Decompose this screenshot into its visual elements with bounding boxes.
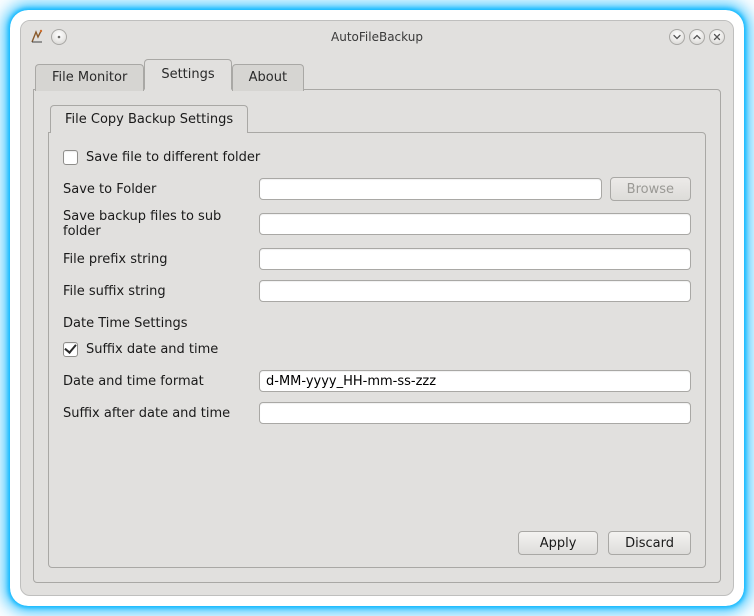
tab-file-monitor[interactable]: File Monitor [35, 64, 144, 91]
suffix-after-label: Suffix after date and time [63, 406, 259, 421]
main-tabs: File Monitor Settings About File Copy Ba… [33, 59, 721, 583]
date-time-settings-heading: Date Time Settings [63, 316, 187, 331]
maximize-button[interactable] [689, 29, 705, 45]
save-to-folder-label: Save to Folder [63, 182, 259, 197]
save-to-different-folder-label: Save file to different folder [86, 150, 260, 165]
app-window: AutoFileBackup File Monitor Settings Abo… [20, 20, 734, 596]
apply-button[interactable]: Apply [518, 531, 598, 555]
dialog-footer: Apply Discard [63, 523, 691, 555]
checkbox-checked-icon [63, 342, 78, 357]
save-sub-folder-label: Save backup files to sub folder [63, 209, 259, 239]
settings-panel: File Copy Backup Settings Save file to d… [33, 89, 721, 583]
tab-file-copy-backup-settings[interactable]: File Copy Backup Settings [50, 105, 248, 133]
window-menu-button[interactable] [51, 29, 67, 45]
titlebar: AutoFileBackup [21, 21, 733, 53]
close-button[interactable] [709, 29, 725, 45]
save-to-different-folder-checkbox[interactable]: Save file to different folder [63, 150, 260, 165]
app-icon [29, 29, 45, 45]
file-prefix-input[interactable] [259, 248, 691, 270]
client-area: File Monitor Settings About File Copy Ba… [21, 53, 733, 595]
file-prefix-label: File prefix string [63, 252, 259, 267]
datetime-format-label: Date and time format [63, 374, 259, 389]
suffix-date-time-label: Suffix date and time [86, 342, 218, 357]
save-to-folder-input[interactable] [259, 178, 602, 200]
settings-inner-tabs: File Copy Backup Settings Save file to d… [48, 104, 706, 568]
suffix-after-input[interactable] [259, 402, 691, 424]
checkbox-icon [63, 150, 78, 165]
minimize-button[interactable] [669, 29, 685, 45]
file-suffix-input[interactable] [259, 280, 691, 302]
datetime-format-input[interactable] [259, 370, 691, 392]
suffix-date-time-checkbox[interactable]: Suffix date and time [63, 342, 218, 357]
tab-settings[interactable]: Settings [144, 59, 231, 90]
discard-button[interactable]: Discard [608, 531, 691, 555]
file-copy-backup-panel: Save file to different folder Save to Fo… [48, 132, 706, 568]
save-sub-folder-input[interactable] [259, 213, 691, 235]
browse-button[interactable]: Browse [610, 177, 691, 201]
tab-about[interactable]: About [232, 64, 304, 91]
window-title: AutoFileBackup [129, 30, 625, 44]
file-suffix-label: File suffix string [63, 284, 259, 299]
